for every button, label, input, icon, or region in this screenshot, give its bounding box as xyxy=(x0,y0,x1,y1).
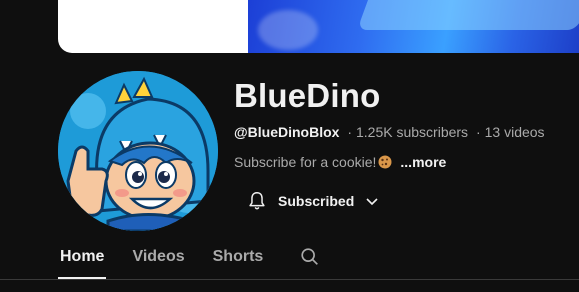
search-icon[interactable] xyxy=(299,238,321,276)
tab-videos[interactable]: Videos xyxy=(130,238,186,276)
channel-handle: @BlueDinoBlox xyxy=(234,124,340,140)
tab-shorts[interactable]: Shorts xyxy=(211,238,266,276)
meta-separator: · xyxy=(475,124,481,140)
banner-artwork xyxy=(248,0,579,53)
description-text: Subscribe for a cookie! xyxy=(234,154,377,170)
channel-description[interactable]: Subscribe for a cookie! ...more xyxy=(234,154,446,170)
subscribed-label: Subscribed xyxy=(278,193,355,209)
more-link[interactable]: ...more xyxy=(400,154,446,170)
tab-home[interactable]: Home xyxy=(58,238,107,279)
meta-separator: · xyxy=(347,124,352,140)
chevron-down-icon xyxy=(364,193,380,209)
channel-meta: @BlueDinoBlox · 1.25K subscribers · 13 vid… xyxy=(234,124,545,140)
channel-banner xyxy=(58,0,579,53)
cookie-icon xyxy=(378,155,392,169)
bell-icon xyxy=(246,190,268,212)
banner-left-panel xyxy=(58,0,248,53)
avatar-dino-illustration xyxy=(58,71,218,231)
channel-tabs: Home Videos Shorts xyxy=(58,238,321,280)
subscriber-count: 1.25K subscribers xyxy=(356,124,469,140)
subscribed-button[interactable]: Subscribed xyxy=(234,183,392,219)
tabs-divider xyxy=(0,279,579,280)
channel-name: BlueDino xyxy=(234,77,381,114)
video-count: 13 videos xyxy=(484,124,545,140)
channel-avatar[interactable] xyxy=(58,71,218,231)
